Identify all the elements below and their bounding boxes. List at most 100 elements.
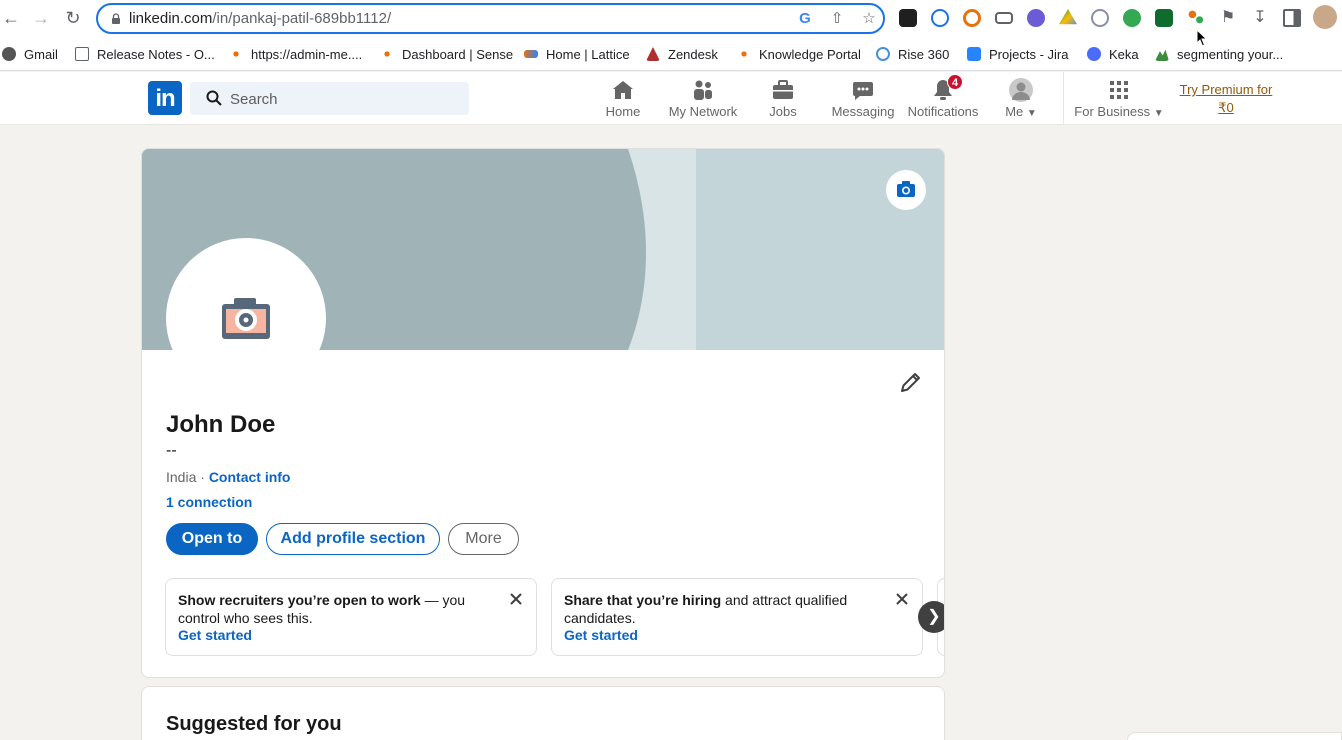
caret-down-icon: ▼	[1026, 108, 1037, 119]
bookmark-star-icon[interactable]: ☆	[860, 10, 878, 28]
extension-icon[interactable]	[1123, 9, 1141, 27]
nav-notifications[interactable]: 4 Notifications	[905, 74, 981, 122]
messaging-overlay-peek[interactable]	[1127, 732, 1342, 740]
nav-my-network[interactable]: My Network	[666, 78, 740, 122]
notification-badge: 4	[947, 74, 963, 90]
get-started-link[interactable]: Get started	[178, 627, 252, 643]
more-button[interactable]: More	[448, 523, 519, 555]
bookmark-label: Home | Lattice	[546, 46, 630, 62]
google-lens-icon[interactable]: G	[796, 10, 814, 28]
carousel-next-button[interactable]: ❯	[918, 601, 944, 633]
search-input[interactable]	[230, 88, 450, 110]
bookmark-dashboard-sense[interactable]: Dashboard | Sense	[380, 45, 513, 63]
avatar-icon	[1009, 78, 1033, 102]
nav-me[interactable]: Me ▼	[1001, 78, 1041, 122]
bookmark-segmenting[interactable]: segmenting your...	[1155, 45, 1283, 63]
bookmark-release-notes[interactable]: Release Notes - O...	[75, 45, 215, 63]
jobs-icon	[771, 78, 795, 102]
network-icon	[691, 78, 715, 102]
sidepanel-icon[interactable]	[1283, 9, 1301, 27]
open-to-button[interactable]: Open to	[166, 523, 258, 555]
profile-photo[interactable]	[166, 238, 326, 398]
browser-toolbar: ← → ↻ linkedin.com/in/pankaj-patil-689bb…	[0, 0, 1342, 37]
bookmark-knowledge-portal[interactable]: Knowledge Portal	[737, 45, 861, 63]
nav-label: Jobs	[769, 104, 797, 119]
nav-for-business[interactable]: For Business ▼	[1074, 78, 1164, 122]
promo-bold: Show recruiters you’re open to work	[178, 592, 421, 608]
lattice-icon	[524, 50, 538, 58]
pencil-icon	[901, 373, 920, 392]
dots-icon	[737, 47, 751, 61]
profile-name: John Doe	[166, 411, 276, 438]
bookmark-label: Gmail	[24, 46, 58, 62]
nav-label: Home	[605, 104, 641, 119]
bell-icon: 4	[931, 74, 963, 102]
puzzle-icon[interactable]: ⚑	[1219, 9, 1237, 27]
try-premium-link[interactable]: Try Premium for ₹0	[1173, 81, 1279, 117]
extension-icon[interactable]	[899, 9, 917, 27]
gmail-icon	[2, 47, 16, 61]
suggested-card: Suggested for you	[141, 686, 945, 740]
forward-icon[interactable]: →	[30, 7, 52, 29]
bookmark-jira[interactable]: Projects - Jira	[967, 45, 1068, 63]
extension-icon[interactable]	[931, 9, 949, 27]
lock-icon	[112, 13, 120, 24]
add-photo-camera-icon	[222, 298, 270, 339]
bookmark-keka[interactable]: Keka	[1087, 45, 1139, 63]
bookmark-admin[interactable]: https://admin-me....	[229, 45, 362, 63]
bookmark-label: segmenting your...	[1177, 46, 1284, 62]
extension-icon[interactable]	[995, 12, 1013, 24]
bookmark-label: Knowledge Portal	[759, 46, 861, 62]
mountain-icon	[1155, 49, 1169, 61]
header-divider	[1063, 72, 1064, 124]
bookmark-gmail[interactable]: Gmail	[2, 45, 58, 63]
download-icon[interactable]: ↧	[1251, 9, 1269, 27]
extension-icon[interactable]	[1027, 9, 1045, 27]
promo-card-hiring: Share that you’re hiring and attract qua…	[551, 578, 923, 656]
messaging-icon	[851, 78, 875, 102]
bookmark-label: https://admin-me....	[251, 46, 363, 62]
reload-icon[interactable]: ↻	[62, 7, 84, 29]
profile-avatar-icon[interactable]	[1313, 5, 1337, 29]
extension-icon[interactable]	[1155, 9, 1173, 27]
bookmark-lattice[interactable]: Home | Lattice	[524, 45, 630, 63]
promo-text: Show recruiters you’re open to work — yo…	[178, 592, 498, 627]
nav-jobs[interactable]: Jobs	[765, 78, 801, 122]
bookmark-label: Dashboard | Sense	[402, 46, 514, 62]
contact-info-link[interactable]: Contact info	[209, 469, 291, 485]
close-icon[interactable]	[894, 591, 910, 607]
nav-label: Me	[1005, 104, 1024, 119]
nav-label: Messaging	[831, 104, 895, 119]
rise-icon	[876, 47, 890, 61]
share-icon[interactable]: ⇧	[828, 10, 846, 28]
extension-icon[interactable]	[963, 9, 981, 27]
search-box[interactable]	[190, 82, 469, 115]
profile-headline: --	[166, 442, 177, 459]
address-bar[interactable]: linkedin.com/in/pankaj-patil-689bb1112/ …	[96, 3, 885, 34]
add-profile-section-button[interactable]: Add profile section	[266, 523, 440, 555]
get-started-link[interactable]: Get started	[564, 627, 638, 643]
edit-intro-button[interactable]	[894, 367, 926, 399]
connections-link[interactable]: 1 connection	[166, 494, 252, 510]
profile-location: India	[166, 469, 197, 485]
extension-icon[interactable]	[1091, 9, 1109, 27]
drive-icon[interactable]	[1059, 9, 1077, 25]
nav-home[interactable]: Home	[603, 78, 643, 122]
linkedin-logo[interactable]: in	[148, 81, 182, 115]
promo-bold: Share that you’re hiring	[564, 592, 722, 608]
jira-icon	[967, 47, 981, 61]
close-icon[interactable]	[508, 591, 524, 607]
back-icon[interactable]: ←	[0, 7, 22, 29]
caret-down-icon: ▼	[1153, 108, 1164, 119]
bookmark-zendesk[interactable]: Zendesk	[646, 45, 718, 63]
nav-label: My Network	[668, 104, 738, 119]
premium-line-1: Try Premium for	[1179, 82, 1273, 97]
nav-label: For Business	[1074, 104, 1151, 119]
grid-icon	[1107, 78, 1131, 102]
bookmark-rise-360[interactable]: Rise 360	[876, 45, 949, 63]
nav-messaging[interactable]: Messaging	[831, 78, 895, 122]
extension-icon[interactable]	[1187, 9, 1205, 27]
edit-banner-button[interactable]	[886, 170, 926, 210]
keka-icon	[1087, 47, 1101, 61]
dots-icon	[229, 47, 243, 61]
